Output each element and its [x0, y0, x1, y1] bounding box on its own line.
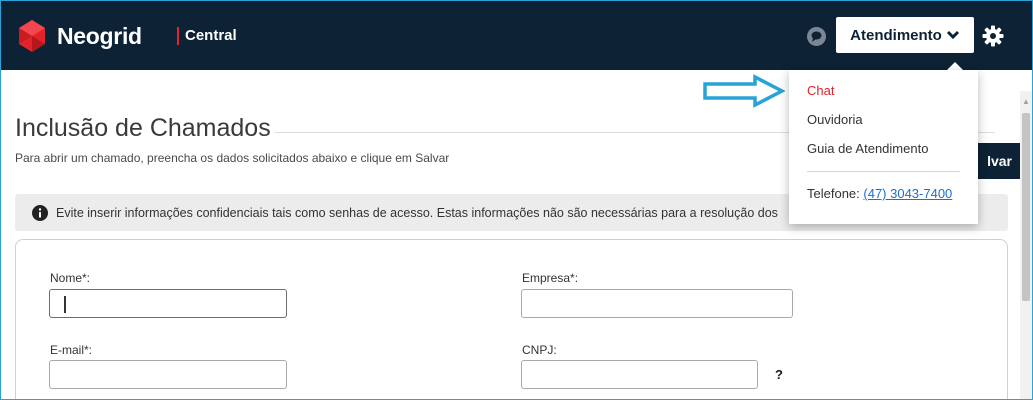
menu-item-guia-atendimento[interactable]: Guia de Atendimento: [807, 141, 928, 156]
atendimento-label: Atendimento: [850, 26, 942, 44]
email-label: E-mail*:: [50, 343, 93, 357]
brand-name[interactable]: Neogrid: [57, 23, 142, 50]
top-navigation-bar: Neogrid Central Atendimento: [1, 1, 1032, 70]
telefone-link[interactable]: (47) 3043-7400: [863, 186, 952, 201]
text-cursor: [64, 296, 66, 313]
email-input[interactable]: [49, 360, 287, 389]
notice-text: Evite inserir informações confidenciais …: [56, 206, 778, 220]
scrollbar-thumb[interactable]: [1022, 113, 1030, 301]
cnpj-label: CNPJ:: [522, 343, 557, 357]
empresa-label: Empresa*:: [522, 271, 579, 285]
menu-divider: [807, 171, 960, 172]
annotation-arrow-icon: [703, 74, 785, 108]
scroll-up-icon[interactable]: ▲: [1020, 97, 1032, 107]
gear-icon[interactable]: [982, 25, 1004, 47]
telefone-row: Telefone: (47) 3043-7400: [807, 186, 952, 201]
neogrid-logo-icon: [19, 20, 45, 52]
telefone-label: Telefone:: [807, 186, 860, 201]
chevron-down-icon: [946, 30, 959, 40]
nome-label: Nome*:: [50, 271, 91, 285]
page-title: Inclusão de Chamados: [15, 114, 271, 142]
screenshot-frame: Neogrid Central Atendimento ▲ Inclusão d…: [0, 0, 1033, 400]
cnpj-input[interactable]: [521, 360, 758, 389]
atendimento-menu: Chat Ouvidoria Guia de Atendimento Telef…: [789, 70, 978, 224]
empresa-input[interactable]: [521, 289, 793, 318]
product-name[interactable]: Central: [185, 27, 237, 44]
header-divider: [177, 27, 179, 45]
info-icon: [32, 205, 48, 221]
menu-item-ouvidoria[interactable]: Ouvidoria: [807, 112, 863, 127]
cnpj-help-icon[interactable]: ?: [775, 367, 783, 382]
nome-input[interactable]: [49, 289, 287, 318]
chat-status-icon[interactable]: [807, 27, 826, 46]
page-scrollbar[interactable]: ▲: [1020, 91, 1032, 399]
menu-item-chat[interactable]: Chat: [807, 83, 834, 98]
page-subtitle: Para abrir um chamado, preencha os dados…: [15, 151, 450, 165]
atendimento-dropdown-button[interactable]: Atendimento: [836, 17, 974, 53]
